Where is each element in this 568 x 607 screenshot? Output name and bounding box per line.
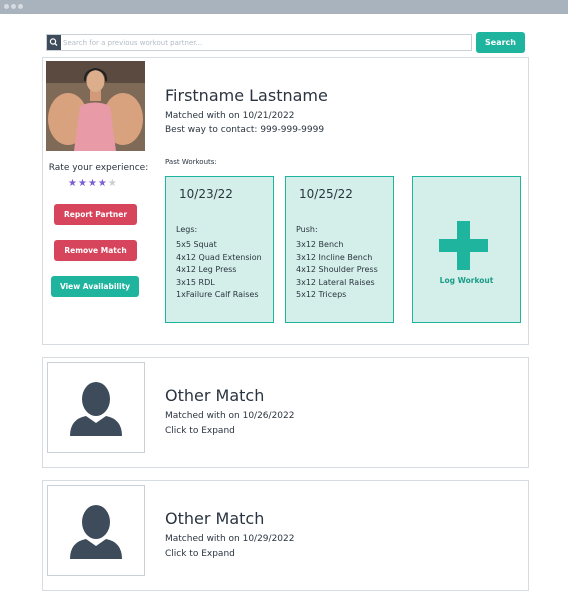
log-workout-label: Log Workout <box>439 276 494 285</box>
avatar <box>47 362 145 453</box>
star-rating[interactable]: ★ ★ ★ ★ ★ <box>68 179 117 189</box>
person-icon <box>70 505 122 559</box>
expand-link[interactable]: Click to Expand <box>165 426 235 436</box>
workout-card[interactable]: 10/23/22 Legs: 5x5 Squat 4x12 Quad Exten… <box>165 176 274 323</box>
exercise-item: 3x12 Bench <box>296 240 344 249</box>
exercise-item: 4x12 Leg Press <box>176 265 237 275</box>
past-workouts-label: Past Workouts: <box>165 158 217 166</box>
report-partner-button[interactable]: Report Partner <box>54 204 137 225</box>
match-name[interactable]: Other Match <box>165 386 264 405</box>
partner-name[interactable]: Firstname Lastname <box>165 86 328 105</box>
star-icon[interactable]: ★ <box>68 179 77 189</box>
star-icon[interactable]: ★ <box>108 179 117 189</box>
search-input[interactable] <box>62 35 471 50</box>
star-icon[interactable]: ★ <box>78 179 87 189</box>
workout-date: 10/23/22 <box>179 187 233 201</box>
window-dot-3[interactable] <box>18 4 23 9</box>
window-dot-1[interactable] <box>4 4 9 9</box>
exercise-item: 4x12 Shoulder Press <box>296 265 378 275</box>
exercise-item: 4x12 Quad Extension <box>176 252 262 262</box>
search-bar <box>46 34 472 51</box>
view-availability-button[interactable]: View Availability <box>51 276 139 297</box>
exercise-list: 3x12 Bench 3x12 Incline Bench 4x12 Shoul… <box>296 239 378 302</box>
exercise-item: 1xFailure Calf Raises <box>176 290 259 300</box>
star-icon[interactable]: ★ <box>98 179 107 189</box>
log-workout-button[interactable]: Log Workout <box>412 176 521 323</box>
workout-date: 10/25/22 <box>299 187 353 201</box>
matched-date: Matched with on 10/21/2022 <box>165 111 295 121</box>
window-dot-2[interactable] <box>11 4 16 9</box>
exercise-item: 5x12 Triceps <box>296 290 347 300</box>
search-icon[interactable] <box>47 35 61 50</box>
contact-info: Best way to contact: 999-999-9999 <box>165 125 325 135</box>
window-titlebar <box>0 0 568 14</box>
partner-photo <box>46 61 145 151</box>
expand-link[interactable]: Click to Expand <box>165 549 235 559</box>
exercise-item: 3x15 RDL <box>176 277 215 287</box>
person-icon <box>70 382 122 436</box>
matched-date: Matched with on 10/29/2022 <box>165 534 295 544</box>
star-icon[interactable]: ★ <box>88 179 97 189</box>
search-button[interactable]: Search <box>476 32 525 53</box>
workout-card[interactable]: 10/25/22 Push: 3x12 Bench 3x12 Incline B… <box>285 176 394 323</box>
rate-label: Rate your experience: <box>48 163 149 173</box>
workout-type: Legs: <box>176 225 198 234</box>
exercise-item: 5x5 Squat <box>176 240 217 249</box>
exercise-item: 3x12 Lateral Raises <box>296 277 375 287</box>
match-name[interactable]: Other Match <box>165 509 264 528</box>
avatar <box>47 485 145 576</box>
exercise-list: 5x5 Squat 4x12 Quad Extension 4x12 Leg P… <box>176 239 262 302</box>
remove-match-button[interactable]: Remove Match <box>54 240 137 261</box>
workout-type: Push: <box>296 225 318 234</box>
exercise-item: 3x12 Incline Bench <box>296 252 373 262</box>
matched-date: Matched with on 10/26/2022 <box>165 411 295 421</box>
